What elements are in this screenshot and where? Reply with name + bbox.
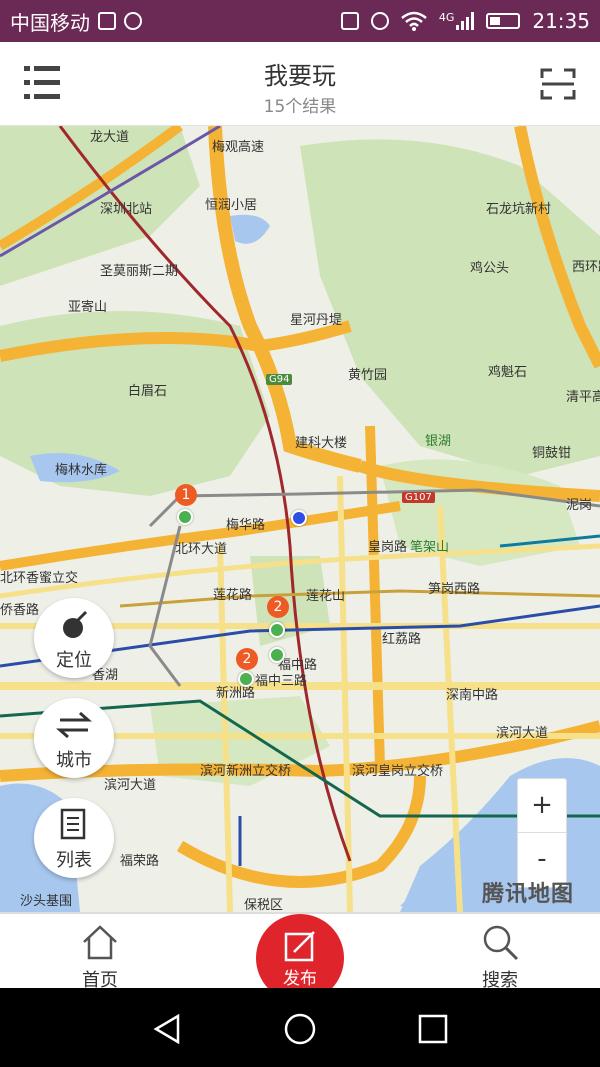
map-label: 滨河大道 xyxy=(104,778,157,793)
map-label: 北环香蜜立交 xyxy=(0,571,79,586)
map-label: 福荣路 xyxy=(120,854,160,869)
map-label: 侨香路 xyxy=(0,603,40,618)
back-icon[interactable] xyxy=(150,1012,184,1046)
signal-icon xyxy=(456,12,475,30)
map-label: 龙大道 xyxy=(90,130,130,145)
bottom-nav: 首页 发布 搜索 xyxy=(0,912,600,1002)
map-view[interactable]: 深圳北站 恒润小居 圣莫丽斯二期 亚寄山 白眉石 梅林水库 星河丹堤 黄竹园 建… xyxy=(0,126,600,912)
result-count: 15个结果 xyxy=(263,97,337,117)
zoom-in-button[interactable]: + xyxy=(518,779,566,833)
map-label: 红荔路 xyxy=(382,632,422,647)
activity-marker[interactable] xyxy=(269,647,285,663)
map-label: 银湖 xyxy=(425,434,452,449)
vibrate-icon xyxy=(340,12,359,30)
home-circle-icon[interactable] xyxy=(283,1012,317,1046)
map-label: 梅观高速 xyxy=(212,140,265,155)
system-navigation-bar xyxy=(0,988,600,1067)
highway-badge: G94 xyxy=(266,374,293,385)
search-icon xyxy=(483,925,519,961)
map-label: 滨河新洲立交桥 xyxy=(200,764,292,779)
map-label: 深南中路 xyxy=(446,688,499,703)
cluster-marker[interactable]: 1 xyxy=(175,484,197,510)
edit-notification-icon xyxy=(98,12,116,30)
activity-marker[interactable] xyxy=(177,509,193,525)
locate-button[interactable]: 定位 xyxy=(34,598,114,678)
map-label: 皇岗路 xyxy=(368,540,408,555)
map-provider-logo: 腾讯地图 xyxy=(482,882,575,907)
map-label: 圣莫丽斯二期 xyxy=(100,264,179,279)
location-notification-icon xyxy=(124,12,142,30)
document-list-icon xyxy=(60,808,86,840)
map-label: 滨河皇岗立交桥 xyxy=(352,764,444,779)
map-label: 沙头基围 xyxy=(20,894,73,909)
scan-icon[interactable] xyxy=(540,68,576,100)
map-label: 鸡公头 xyxy=(470,261,510,276)
list-button[interactable]: 列表 xyxy=(34,798,114,878)
map-label: 鸡魁石 xyxy=(488,365,528,380)
map-label: 梅林水库 xyxy=(55,463,108,478)
my-location-marker xyxy=(291,510,307,526)
map-label: 梅华路 xyxy=(226,518,266,533)
map-label: 笔架山 xyxy=(410,540,450,555)
locate-icon xyxy=(63,610,88,638)
map-label: 西环路 xyxy=(572,260,600,275)
map-label: 铜鼓钳 xyxy=(532,446,572,461)
page-title: 我要玩 xyxy=(264,62,336,90)
map-label: 星河丹堤 xyxy=(290,313,343,328)
app-header: 我要玩 15个结果 xyxy=(0,42,600,126)
carrier-label: 中国移动 xyxy=(10,10,90,35)
map-label: 恒润小居 xyxy=(205,198,258,213)
swap-icon xyxy=(56,711,92,739)
network-type-label: 4G xyxy=(438,11,455,24)
edit-icon xyxy=(284,931,315,962)
cluster-marker[interactable]: 2 xyxy=(267,596,289,622)
clock-label: 21:35 xyxy=(532,9,590,33)
city-button[interactable]: 城市 xyxy=(34,698,114,778)
map-label: 石龙坑新村 xyxy=(486,202,552,217)
nav-home[interactable]: 首页 xyxy=(40,914,160,991)
highway-badge: G107 xyxy=(402,492,435,503)
alarm-icon xyxy=(370,12,389,30)
recent-apps-icon[interactable] xyxy=(416,1012,450,1046)
activity-marker[interactable] xyxy=(269,622,285,638)
map-label: 建科大楼 xyxy=(295,436,348,451)
battery-icon xyxy=(486,13,521,29)
map-label: 黄竹园 xyxy=(348,368,388,383)
home-icon xyxy=(83,925,117,960)
map-label: 笋岗西路 xyxy=(428,582,481,597)
map-label: 滨河大道 xyxy=(496,726,549,741)
map-label: 白眉石 xyxy=(128,384,168,399)
map-label: 深圳北站 xyxy=(100,202,153,217)
map-label: 莲花路 xyxy=(213,588,253,603)
nav-search[interactable]: 搜索 xyxy=(440,914,560,991)
activity-marker[interactable] xyxy=(238,671,254,687)
zoom-control: + - xyxy=(517,778,567,888)
wifi-icon xyxy=(401,11,427,31)
map-label: 亚寄山 xyxy=(68,300,108,315)
status-bar: 中国移动 4G 21:35 xyxy=(0,0,600,42)
map-label: 北环大道 xyxy=(175,542,228,557)
map-label: 保税区 xyxy=(244,898,284,912)
map-label: 泥岗 xyxy=(566,498,593,513)
map-label: 福中三路 xyxy=(255,674,308,689)
map-label: 莲花山 xyxy=(306,589,346,604)
map-label: 清平高速 xyxy=(566,390,600,405)
